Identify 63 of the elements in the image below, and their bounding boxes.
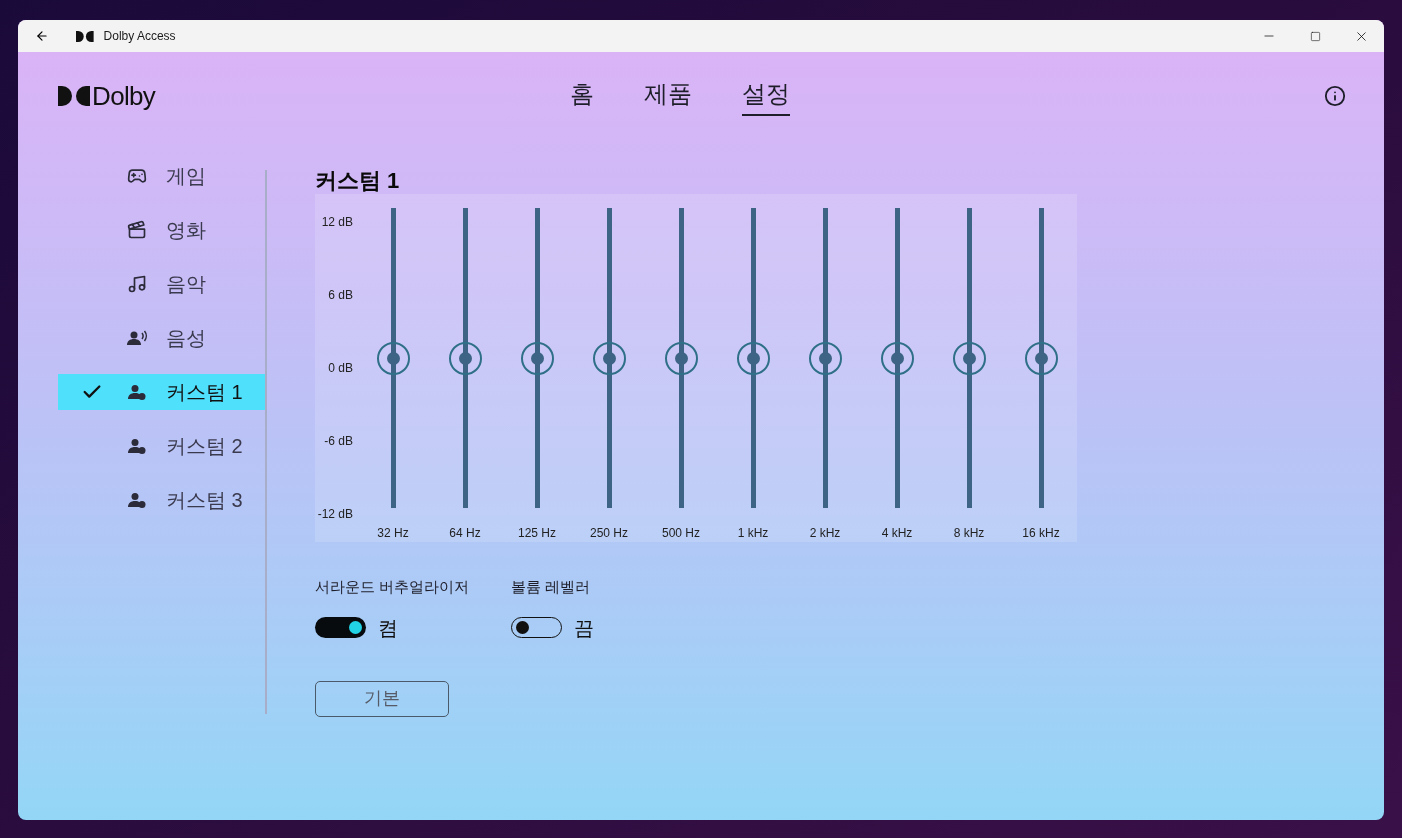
frequency-label: 4 kHz: [881, 525, 913, 542]
clapperboard-icon: [127, 220, 147, 240]
slider-thumb[interactable]: [880, 342, 914, 375]
sidebar-item[interactable]: 커스텀 2: [58, 428, 265, 464]
db-scale-label: 6 dB: [328, 289, 353, 301]
slider-thumb[interactable]: [952, 342, 986, 375]
slider-thumb[interactable]: [664, 342, 698, 375]
slider-thumb[interactable]: [808, 342, 842, 375]
toggle-switch[interactable]: [315, 617, 366, 638]
nav-tab[interactable]: 설정: [742, 76, 790, 116]
sidebar-item[interactable]: 커스텀 3: [58, 482, 265, 518]
frequency-label: 2 kHz: [809, 525, 841, 542]
frequency-label: 16 kHz: [1022, 525, 1060, 542]
sidebar-label: 음성: [166, 326, 206, 351]
toggle-label: 서라운드 버추얼라이저: [315, 577, 470, 597]
maximize-icon: [1309, 30, 1321, 42]
slider-thumb[interactable]: [520, 342, 554, 375]
slider-thumb[interactable]: [376, 342, 410, 375]
db-scale-label: -6 dB: [324, 435, 353, 447]
frequency-label: 1 kHz: [737, 525, 769, 542]
frequency-label: 125 Hz: [518, 525, 556, 542]
info-icon[interactable]: [1324, 85, 1346, 107]
sidebar-label: 영화: [166, 218, 206, 243]
slider-thumb[interactable]: [736, 342, 770, 375]
db-scale-label: 12 dB: [321, 216, 353, 228]
speaking-person-icon: [127, 330, 147, 346]
frequency-label: 250 Hz: [590, 525, 628, 542]
person-badge-icon: [128, 492, 146, 508]
app-logo-icon: [76, 30, 94, 42]
frequency-label: 64 Hz: [449, 525, 481, 542]
sidebar-label: 커스텀 2: [166, 434, 243, 459]
frequency-label: 8 kHz: [953, 525, 985, 542]
sidebar-label: 커스텀 1: [166, 380, 243, 405]
toggle-state: 켬: [378, 615, 398, 641]
sidebar-label: 커스텀 3: [166, 488, 243, 513]
slider-thumb[interactable]: [448, 342, 482, 375]
music-note-icon: [127, 274, 147, 294]
toggle-state: 끔: [574, 615, 595, 641]
person-badge-icon: [128, 438, 146, 454]
sidebar-item[interactable]: 영화: [58, 212, 265, 248]
nav-tab[interactable]: 제품: [644, 76, 692, 116]
sidebar-item[interactable]: 음성: [58, 320, 265, 356]
gamepad-icon: [127, 166, 147, 186]
sidebar-label: 게임: [166, 164, 206, 189]
db-scale-label: -12 dB: [317, 508, 353, 520]
sidebar-label: 음악: [166, 272, 206, 297]
window-title: Dolby Access: [103, 28, 176, 45]
logo-text: Dolby: [92, 79, 156, 113]
reset-button[interactable]: 기본: [315, 680, 449, 717]
dolby-logo-icon: [58, 86, 90, 106]
nav-tab[interactable]: 홈: [570, 76, 594, 116]
slider-thumb[interactable]: [592, 342, 626, 375]
db-scale-label: 0 dB: [328, 362, 353, 374]
sidebar-item[interactable]: 음악: [58, 266, 265, 302]
frequency-label: 32 Hz: [377, 525, 409, 542]
frequency-label: 500 Hz: [662, 525, 700, 542]
back-icon: [35, 29, 49, 43]
sidebar-item[interactable]: 커스텀 1: [58, 374, 265, 410]
sidebar-item[interactable]: 게임: [58, 158, 265, 194]
toggle-label: 볼륨 레벨러: [511, 577, 592, 597]
preset-title: 커스텀 1: [315, 167, 401, 194]
slider-thumb[interactable]: [1024, 342, 1058, 375]
person-badge-icon: [128, 384, 146, 400]
